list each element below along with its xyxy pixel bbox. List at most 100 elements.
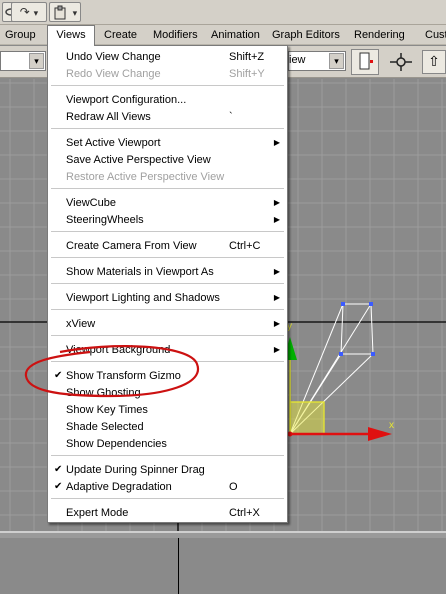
menu-separator <box>51 231 284 232</box>
menu-separator <box>51 257 284 258</box>
menu-item-label: Show Dependencies <box>66 438 167 450</box>
reference-coordinate-dropdown[interactable]: iew ▾ <box>288 51 346 71</box>
menu-separator <box>51 309 284 310</box>
submenu-arrow-icon: ▶ <box>273 198 280 207</box>
menu-update-during-spinner-drag[interactable]: ✔ Update During Spinner Drag <box>49 462 286 478</box>
menu-show-dependencies[interactable]: Show Dependencies <box>49 436 286 452</box>
menu-separator <box>51 128 284 129</box>
menu-item-label: Show Transform Gizmo <box>66 370 181 382</box>
menu-item-shortcut: Shift+Y <box>229 68 265 80</box>
menu-item-shortcut: Ctrl+C <box>229 240 261 252</box>
menu-adaptive-degradation[interactable]: ✔ Adaptive Degradation O <box>49 479 286 495</box>
checkmark-icon: ✔ <box>54 481 63 492</box>
arrow-up-icon: ⇧ <box>428 54 440 70</box>
menu-item-label: Show Ghosting <box>66 387 141 399</box>
menu-separator <box>51 361 284 362</box>
select-and-manipulate-button[interactable] <box>387 51 415 73</box>
menu-separator <box>51 85 284 86</box>
main-toolbar: ↷ ▾ ▾ <box>0 0 446 25</box>
menu-redraw-all-views[interactable]: Redraw All Views ` <box>49 109 286 125</box>
menu-bar: Group Views Create Modifiers Animation G… <box>0 25 446 46</box>
menu-item-label: Adaptive Degradation <box>66 481 172 493</box>
menu-separator <box>51 283 284 284</box>
checkmark-icon: ✔ <box>54 370 63 381</box>
menu-show-key-times[interactable]: Show Key Times <box>49 402 286 418</box>
menu-item-label: SteeringWheels <box>66 214 144 226</box>
viewport-divider[interactable] <box>0 533 446 538</box>
menu-item-label: Viewport Lighting and Shadows <box>66 292 220 304</box>
menu-item-shortcut: O <box>229 481 238 493</box>
dropdown-arrow-icon[interactable]: ▾ <box>329 53 344 69</box>
submenu-arrow-icon: ▶ <box>273 345 280 354</box>
manipulate-icon <box>390 53 412 71</box>
menu-item-label: Viewport Configuration... <box>66 94 187 106</box>
menu-viewport-lighting-and-shadows[interactable]: Viewport Lighting and Shadows ▶ <box>49 290 286 306</box>
menu-save-active-perspective-view[interactable]: Save Active Perspective View <box>49 152 286 168</box>
submenu-arrow-icon: ▶ <box>273 138 280 147</box>
views-menu: Undo View Change Shift+Z Redo View Chang… <box>47 45 288 523</box>
menu-item-label: Redo View Change <box>66 68 161 80</box>
menu-customize[interactable]: Cust <box>425 25 446 45</box>
menu-item-label: Undo View Change <box>66 51 161 63</box>
submenu-arrow-icon: ▶ <box>273 293 280 302</box>
menu-views[interactable]: Views <box>47 25 95 46</box>
menu-show-ghosting[interactable]: Show Ghosting <box>49 385 286 401</box>
pivot-center-button[interactable] <box>351 49 379 75</box>
dropdown-arrow-icon: ▾ <box>33 9 39 19</box>
menu-undo-view-change[interactable]: Undo View Change Shift+Z <box>49 49 286 65</box>
menu-item-label: Create Camera From View <box>66 240 197 252</box>
menu-item-label: Viewport Background <box>66 344 171 356</box>
menu-modifiers[interactable]: Modifiers <box>153 25 198 45</box>
menu-separator <box>51 455 284 456</box>
axis-x-label: x <box>389 420 394 431</box>
selection-filter-dropdown[interactable]: ▾ <box>0 51 46 71</box>
menu-shade-selected[interactable]: Shade Selected <box>49 419 286 435</box>
menu-item-shortcut: Shift+Z <box>229 51 265 63</box>
hold-fetch-button[interactable]: ▾ <box>49 2 81 22</box>
menu-viewcube[interactable]: ViewCube ▶ <box>49 195 286 211</box>
menu-redo-view-change: Redo View Change Shift+Y <box>49 66 286 82</box>
redo-button[interactable]: ↷ ▾ <box>11 2 47 22</box>
checkmark-icon: ✔ <box>54 464 63 475</box>
menu-graph-editors[interactable]: Graph Editors <box>272 25 340 45</box>
reference-coordinate-value: iew <box>289 54 306 66</box>
redo-icon: ↷ <box>19 5 30 19</box>
grid-axis-line <box>178 538 179 594</box>
menu-create-camera-from-view[interactable]: Create Camera From View Ctrl+C <box>49 238 286 254</box>
submenu-arrow-icon: ▶ <box>273 319 280 328</box>
menu-item-label: Show Key Times <box>66 404 148 416</box>
menu-xview[interactable]: xView ▶ <box>49 316 286 332</box>
menu-item-label: Show Materials in Viewport As <box>66 266 214 278</box>
submenu-arrow-icon: ▶ <box>273 215 280 224</box>
menu-item-shortcut: Ctrl+X <box>229 507 260 519</box>
submenu-arrow-icon: ▶ <box>273 267 280 276</box>
clipboard-icon <box>54 5 66 19</box>
menu-item-label: Redraw All Views <box>66 111 151 123</box>
menu-item-label: Update During Spinner Drag <box>66 464 205 476</box>
menu-create[interactable]: Create <box>104 25 137 45</box>
menu-item-label: Restore Active Perspective View <box>66 171 225 183</box>
menu-separator <box>51 498 284 499</box>
menu-group[interactable]: Group <box>5 25 36 45</box>
menu-item-label: xView <box>66 318 96 330</box>
menu-steeringwheels[interactable]: SteeringWheels ▶ <box>49 212 286 228</box>
dropdown-arrow-icon[interactable]: ▾ <box>29 53 44 69</box>
bottom-viewport[interactable] <box>0 531 446 594</box>
menu-item-label: Shade Selected <box>66 421 144 433</box>
menu-set-active-viewport[interactable]: Set Active Viewport ▶ <box>49 135 286 151</box>
menu-item-label: Expert Mode <box>66 507 129 519</box>
menu-separator <box>51 335 284 336</box>
keyboard-shortcut-override-button[interactable]: ⇧ <box>422 50 446 74</box>
pivot-center-icon <box>359 52 373 70</box>
menu-expert-mode[interactable]: Expert Mode Ctrl+X <box>49 505 286 521</box>
menu-item-label: Save Active Perspective View <box>66 154 211 166</box>
menu-show-transform-gizmo[interactable]: ✔ Show Transform Gizmo <box>49 368 286 384</box>
menu-viewport-configuration[interactable]: Viewport Configuration... <box>49 92 286 108</box>
menu-rendering[interactable]: Rendering <box>354 25 405 45</box>
menu-show-materials-in-viewport-as[interactable]: Show Materials in Viewport As ▶ <box>49 264 286 280</box>
menu-restore-active-perspective-view: Restore Active Perspective View <box>49 169 286 185</box>
menu-viewport-background[interactable]: Viewport Background ▶ <box>49 342 286 358</box>
menu-item-shortcut: ` <box>229 111 233 123</box>
menu-separator <box>51 188 284 189</box>
menu-animation[interactable]: Animation <box>211 25 260 45</box>
